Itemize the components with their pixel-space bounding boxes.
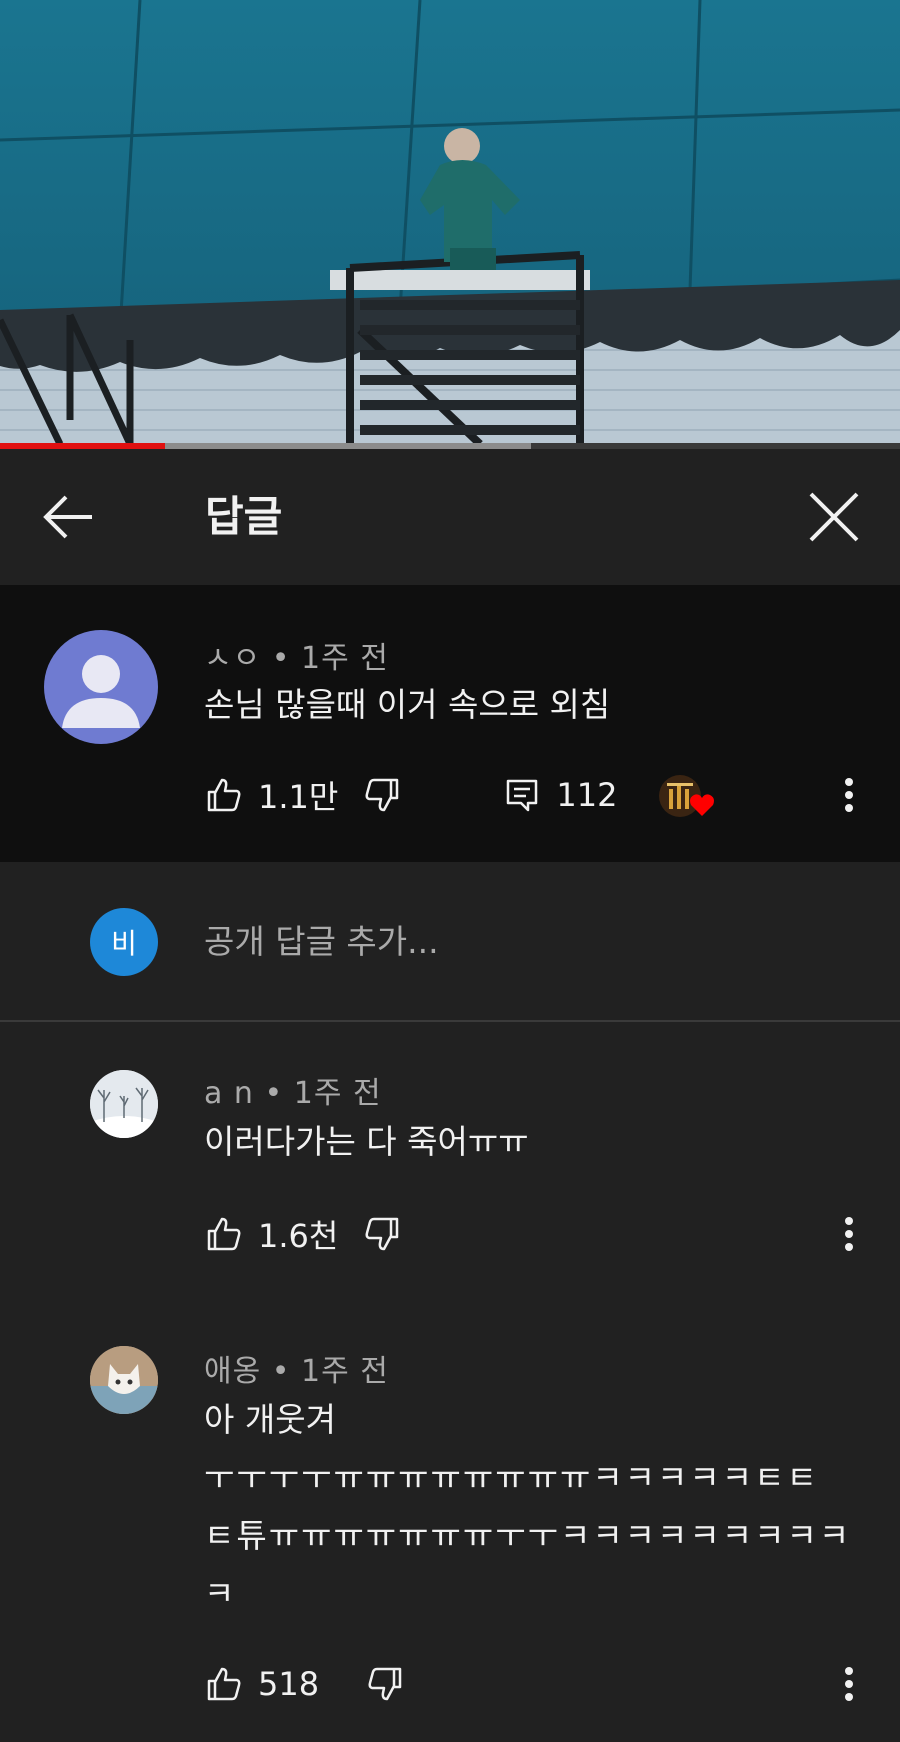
comment-text-line: ㅜㅜㅜㅜㅠㅠㅠㅠㅠㅠㅠㅠㅋㅋㅋㅋㅋㅌㅌ bbox=[204, 1458, 819, 1497]
page-title: 답글 bbox=[205, 492, 283, 541]
close-button[interactable] bbox=[800, 483, 868, 551]
thumbs-down-icon bbox=[368, 1667, 402, 1701]
like-count: 518 bbox=[258, 1665, 320, 1703]
thumbs-up-icon bbox=[207, 1667, 241, 1701]
like-button[interactable] bbox=[204, 1664, 244, 1704]
reply-count: 112 bbox=[556, 776, 618, 814]
reply-button[interactable] bbox=[502, 775, 542, 815]
comment-text-line: ㅌ튜ㅠㅠㅠㅠㅠㅠㅠㅜㅜㅋㅋㅋㅋㅋㅋㅋㅋㅋ bbox=[204, 1516, 852, 1555]
meta-separator: • bbox=[264, 1076, 284, 1111]
more-options-button[interactable] bbox=[829, 1210, 869, 1258]
thumbs-down-icon bbox=[365, 1217, 399, 1251]
dislike-button[interactable] bbox=[362, 1214, 402, 1254]
meta-separator: • bbox=[271, 1354, 291, 1389]
dislike-button[interactable] bbox=[362, 775, 402, 815]
thumbs-up-icon bbox=[207, 1217, 241, 1251]
default-user-icon bbox=[62, 655, 140, 728]
comment-actions: 1.6천 bbox=[204, 1210, 402, 1258]
video-frame bbox=[0, 0, 900, 444]
thumbs-down-icon bbox=[365, 778, 399, 812]
comment-author[interactable]: a n bbox=[204, 1076, 254, 1111]
reply-item: 애옹 • 1주 전 아 개웃겨 ㅜㅜㅜㅜㅠㅠㅠㅠㅠㅠㅠㅠㅋㅋㅋㅋㅋㅌㅌ ㅌ튜ㅠㅠ… bbox=[0, 1290, 900, 1730]
comment-text-line: 아 개웃겨 bbox=[204, 1400, 336, 1439]
more-vert-icon bbox=[845, 1667, 853, 1701]
like-count: 1.6천 bbox=[258, 1217, 339, 1255]
meta-separator: • bbox=[271, 641, 291, 676]
avatar[interactable] bbox=[90, 1346, 158, 1414]
dislike-button[interactable] bbox=[365, 1664, 405, 1704]
comment-text: 손님 많을때 이거 속으로 외침 bbox=[204, 685, 611, 724]
comment-meta: a n • 1주 전 bbox=[204, 1068, 382, 1112]
reply-item: a n • 1주 전 이러다가는 다 죽어ㅠㅠ 1.6천 bbox=[0, 1024, 900, 1284]
like-button[interactable] bbox=[204, 1214, 244, 1254]
more-vert-icon bbox=[845, 1217, 853, 1251]
reply-input[interactable]: 공개 답글 추가... bbox=[204, 912, 804, 972]
comment-text-line: ㅋ bbox=[204, 1574, 235, 1613]
thumbs-up-icon bbox=[207, 778, 241, 812]
like-button[interactable] bbox=[204, 775, 244, 815]
avatar[interactable] bbox=[90, 1070, 158, 1138]
comment-actions: 1.1만 112 bbox=[204, 771, 715, 819]
comment-time: 1주 전 bbox=[301, 1354, 389, 1389]
snowy-trees-avatar bbox=[90, 1070, 158, 1138]
more-options-button[interactable] bbox=[829, 1660, 869, 1708]
close-icon bbox=[809, 492, 859, 542]
heart-icon bbox=[690, 794, 715, 816]
comment-time: 1주 전 bbox=[293, 1076, 382, 1111]
parent-comment: ㅅㅇ • 1주 전 손님 많을때 이거 속으로 외침 1.1만 112 bbox=[0, 585, 900, 862]
more-options-button[interactable] bbox=[829, 771, 869, 819]
comment-icon bbox=[507, 779, 538, 812]
back-button[interactable] bbox=[36, 485, 100, 549]
comment-meta: ㅅㅇ • 1주 전 bbox=[204, 633, 389, 677]
replies-header: 답글 bbox=[0, 449, 900, 585]
creator-heart bbox=[659, 771, 715, 819]
more-vert-icon bbox=[845, 778, 853, 812]
comment-author[interactable]: 애옹 bbox=[204, 1354, 261, 1389]
cat-avatar bbox=[90, 1346, 158, 1414]
add-reply-box: 비 공개 답글 추가... bbox=[0, 862, 900, 1022]
video-player[interactable] bbox=[0, 0, 900, 444]
arrow-left-icon bbox=[43, 495, 92, 539]
comment-meta: 애옹 • 1주 전 bbox=[204, 1346, 389, 1390]
comment-author[interactable]: ㅅㅇ bbox=[204, 641, 261, 676]
avatar[interactable] bbox=[44, 630, 158, 744]
comment-actions: 518 bbox=[204, 1660, 405, 1708]
comment-time: 1주 전 bbox=[301, 641, 389, 676]
my-avatar[interactable]: 비 bbox=[90, 908, 158, 976]
comment-text: 이러다가는 다 죽어ㅠㅠ bbox=[204, 1122, 529, 1161]
like-count: 1.1만 bbox=[258, 778, 339, 816]
